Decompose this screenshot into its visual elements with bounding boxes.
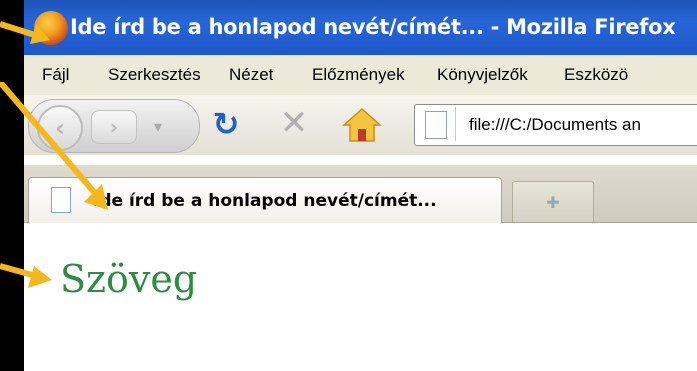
chevron-down-icon: ▾	[153, 116, 163, 136]
page-icon	[51, 187, 71, 213]
nav-button-group: ‹ › ▾	[28, 99, 200, 153]
tab-strip: Ide írd be a honlapod nevét/címét... ✚	[24, 165, 697, 224]
back-button[interactable]: ‹	[37, 105, 83, 151]
menu-tools[interactable]: Eszközö	[564, 65, 628, 85]
page-content: Szöveg	[24, 223, 697, 371]
address-bar[interactable]: file:///C:/Documents an	[414, 104, 697, 146]
url-separator	[455, 107, 456, 141]
firefox-logo-icon	[34, 11, 68, 45]
new-tab-button[interactable]: ✚	[512, 181, 594, 222]
back-arrow-icon: ‹	[55, 114, 65, 142]
page-icon	[425, 111, 447, 139]
forward-button[interactable]: ›	[91, 110, 137, 144]
menu-edit[interactable]: Szerkesztés	[108, 65, 201, 85]
history-dropdown-button[interactable]: ▾	[145, 110, 171, 142]
menu-view[interactable]: Nézet	[229, 65, 273, 85]
stop-icon: ✕	[279, 103, 309, 143]
plus-icon: ✚	[546, 192, 560, 212]
stop-button[interactable]: ✕	[276, 103, 312, 143]
browser-window: Ide írd be a honlapod nevét/címét... - M…	[24, 0, 697, 371]
home-icon	[342, 107, 382, 142]
address-input[interactable]: file:///C:/Documents an	[469, 115, 641, 135]
title-bar: Ide írd be a honlapod nevét/címét... - M…	[24, 0, 697, 55]
menu-file[interactable]: Fájl	[42, 65, 69, 85]
home-button[interactable]	[342, 107, 382, 143]
page-text: Szöveg	[60, 257, 198, 301]
window-title: Ide írd be a honlapod nevét/címét... - M…	[70, 15, 676, 39]
reload-icon: ↻	[212, 105, 240, 143]
menu-bookmarks[interactable]: Könyvjelzők	[437, 65, 528, 85]
menu-history[interactable]: Előzmények	[312, 65, 405, 85]
reload-button[interactable]: ↻	[208, 105, 244, 143]
forward-arrow-icon: ›	[109, 115, 119, 139]
navigation-toolbar: ‹ › ▾ ↻ ✕ file:///C:/Documents an	[24, 95, 697, 155]
tab-active[interactable]: Ide írd be a honlapod nevét/címét...	[28, 177, 502, 224]
tab-label: Ide írd be a honlapod nevét/címét...	[93, 191, 437, 211]
menu-bar: Fájl Szerkesztés Nézet Előzmények Könyvj…	[24, 55, 697, 96]
